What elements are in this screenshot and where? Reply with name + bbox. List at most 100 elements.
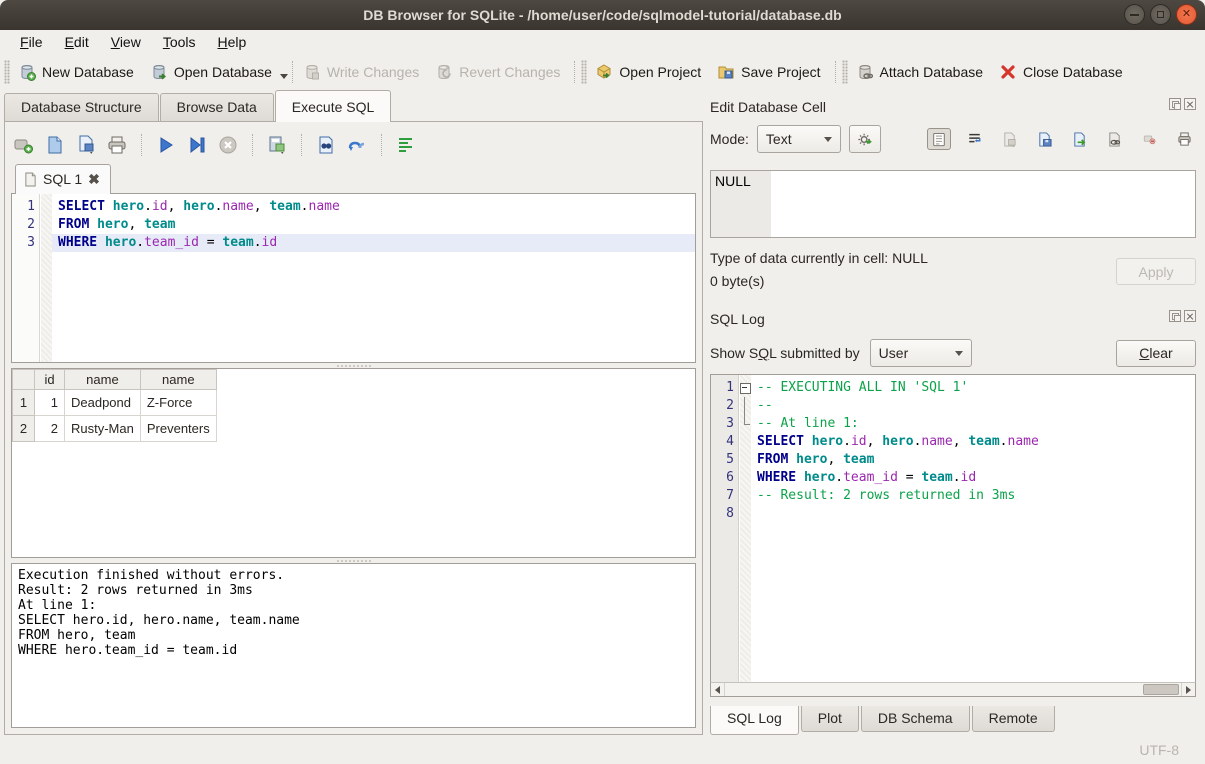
code-line[interactable]: 5FROM hero, team xyxy=(711,451,1195,469)
code-line[interactable]: 2FROM hero, team xyxy=(12,216,695,234)
maximize-button[interactable] xyxy=(1150,4,1171,25)
sql-toolbar xyxy=(11,127,696,163)
open-sql-file-icon[interactable] xyxy=(44,135,66,155)
revert-changes-button[interactable]: Revert Changes xyxy=(429,59,570,85)
open-database-icon xyxy=(150,63,168,81)
table-row[interactable]: 11DeadpondZ-Force xyxy=(13,390,217,416)
open-project-button[interactable]: Open Project xyxy=(589,59,711,85)
save-sql-file-icon[interactable] xyxy=(75,135,97,155)
menubar: File Edit View Tools Help xyxy=(0,30,1205,54)
cell-value-editor[interactable]: NULL xyxy=(710,170,1196,238)
tab-database-structure[interactable]: Database Structure xyxy=(4,93,159,121)
save-cell-icon[interactable] xyxy=(997,128,1021,150)
table-row[interactable]: 22Rusty-ManPreventers xyxy=(13,416,217,442)
attach-database-button[interactable]: Attach Database xyxy=(850,59,994,85)
tab-remote[interactable]: Remote xyxy=(972,706,1055,732)
import-cell-data-icon[interactable] xyxy=(1032,128,1056,150)
export-cell-data-icon[interactable] xyxy=(1067,128,1091,150)
save-project-button[interactable]: Save Project xyxy=(711,59,830,85)
apply-button[interactable]: Apply xyxy=(1116,258,1196,285)
tab-execute-sql[interactable]: Execute SQL xyxy=(275,90,392,122)
code-line[interactable]: 2-- xyxy=(711,397,1195,415)
close-sql-tab-icon[interactable]: ✖ xyxy=(88,171,100,188)
menu-help[interactable]: Help xyxy=(208,32,257,52)
save-results-icon[interactable] xyxy=(266,135,288,155)
table-cell[interactable]: 1 xyxy=(35,390,65,416)
find-in-sql-icon[interactable] xyxy=(315,135,337,155)
column-header[interactable]: id xyxy=(35,370,65,390)
toolbar-separator xyxy=(574,61,575,83)
auto-format-icon[interactable] xyxy=(395,135,417,155)
results-grid[interactable]: idnamename11DeadpondZ-Force22Rusty-ManPr… xyxy=(11,368,696,558)
text-mode-icon[interactable] xyxy=(927,128,951,150)
encoding-indicator[interactable]: UTF-8 xyxy=(1139,742,1179,758)
cell-value: NULL xyxy=(715,173,751,189)
tab-browse-data[interactable]: Browse Data xyxy=(160,93,274,121)
splitter-handle[interactable] xyxy=(11,558,696,563)
code-line[interactable]: 3WHERE hero.team_id = team.id xyxy=(12,234,695,252)
tab-plot[interactable]: Plot xyxy=(801,706,859,732)
open-database-button[interactable]: Open Database xyxy=(144,59,282,85)
close-panel-icon[interactable] xyxy=(1184,310,1196,322)
toolbar-handle[interactable] xyxy=(842,60,848,84)
sql-document-tab[interactable]: SQL 1 ✖ xyxy=(15,164,111,194)
close-panel-icon[interactable] xyxy=(1184,98,1196,110)
open-external-icon[interactable] xyxy=(1102,128,1126,150)
tab-db-schema[interactable]: DB Schema xyxy=(861,706,970,732)
log-horizontal-scrollbar[interactable] xyxy=(710,682,1196,697)
menu-file[interactable]: File xyxy=(10,32,53,52)
execution-message[interactable]: Execution finished without errors. Resul… xyxy=(11,563,696,728)
toolbar-handle[interactable] xyxy=(4,60,10,84)
table-cell[interactable]: Z-Force xyxy=(140,390,216,416)
toolbar-handle[interactable] xyxy=(581,60,587,84)
open-database-dropdown-icon[interactable] xyxy=(280,74,288,79)
splitter-handle[interactable] xyxy=(11,363,696,368)
titlebar: DB Browser for SQLite - /home/user/code/… xyxy=(0,0,1205,30)
code-line[interactable]: 3-- At line 1: xyxy=(711,415,1195,433)
new-database-button[interactable]: New Database xyxy=(12,59,144,85)
maximize-icon xyxy=(1157,11,1164,18)
scroll-left-icon[interactable] xyxy=(711,683,725,696)
write-changes-button[interactable]: Write Changes xyxy=(297,59,429,85)
code-line[interactable]: 1SELECT hero.id, hero.name, team.name xyxy=(12,198,695,216)
execute-all-icon[interactable] xyxy=(155,135,177,155)
table-cell[interactable]: Preventers xyxy=(140,416,216,442)
code-line[interactable]: 4SELECT hero.id, hero.name, team.name xyxy=(711,433,1195,451)
float-panel-icon[interactable] xyxy=(1169,98,1181,110)
open-project-icon xyxy=(595,63,613,81)
submitter-combobox[interactable]: User xyxy=(870,339,972,367)
menu-view[interactable]: View xyxy=(101,32,151,52)
table-cell[interactable]: Deadpond xyxy=(65,390,141,416)
code-line[interactable]: 7-- Result: 2 rows returned in 3ms xyxy=(711,487,1195,505)
print-cell-icon[interactable] xyxy=(1172,128,1196,150)
scroll-right-icon[interactable] xyxy=(1181,683,1195,696)
column-header[interactable]: name xyxy=(140,370,216,390)
execute-current-line-icon[interactable] xyxy=(186,135,208,155)
find-replace-icon[interactable] xyxy=(346,135,368,155)
close-button[interactable]: ✕ xyxy=(1176,4,1197,25)
tab-sql-log[interactable]: SQL Log xyxy=(710,706,799,735)
close-database-button[interactable]: Close Database xyxy=(993,59,1133,85)
auto-switch-mode-button[interactable] xyxy=(849,125,881,153)
toolbar-separator xyxy=(252,134,253,156)
table-cell[interactable]: 2 xyxy=(35,416,65,442)
table-cell[interactable]: Rusty-Man xyxy=(65,416,141,442)
float-panel-icon[interactable] xyxy=(1169,310,1181,322)
mode-combobox[interactable]: Text xyxy=(757,125,841,153)
menu-tools[interactable]: Tools xyxy=(153,32,206,52)
column-header[interactable]: name xyxy=(65,370,141,390)
new-sql-tab-icon[interactable] xyxy=(13,135,35,155)
code-line[interactable]: 1-- EXECUTING ALL IN 'SQL 1' xyxy=(711,379,1195,397)
set-null-icon[interactable] xyxy=(1137,128,1161,150)
clear-log-button[interactable]: Clear xyxy=(1116,340,1196,367)
sql-log-view[interactable]: 1-- EXECUTING ALL IN 'SQL 1'2--3-- At li… xyxy=(710,374,1196,682)
scrollbar-thumb[interactable] xyxy=(1143,684,1179,695)
sql-editor[interactable]: 1SELECT hero.id, hero.name, team.name2FR… xyxy=(11,193,696,363)
minimize-button[interactable] xyxy=(1124,4,1145,25)
code-line[interactable]: 8 xyxy=(711,505,1195,523)
print-sql-icon[interactable] xyxy=(106,135,128,155)
word-wrap-icon[interactable] xyxy=(962,128,986,150)
code-line[interactable]: 6WHERE hero.team_id = team.id xyxy=(711,469,1195,487)
menu-edit[interactable]: Edit xyxy=(55,32,99,52)
stop-execution-icon[interactable] xyxy=(217,135,239,155)
